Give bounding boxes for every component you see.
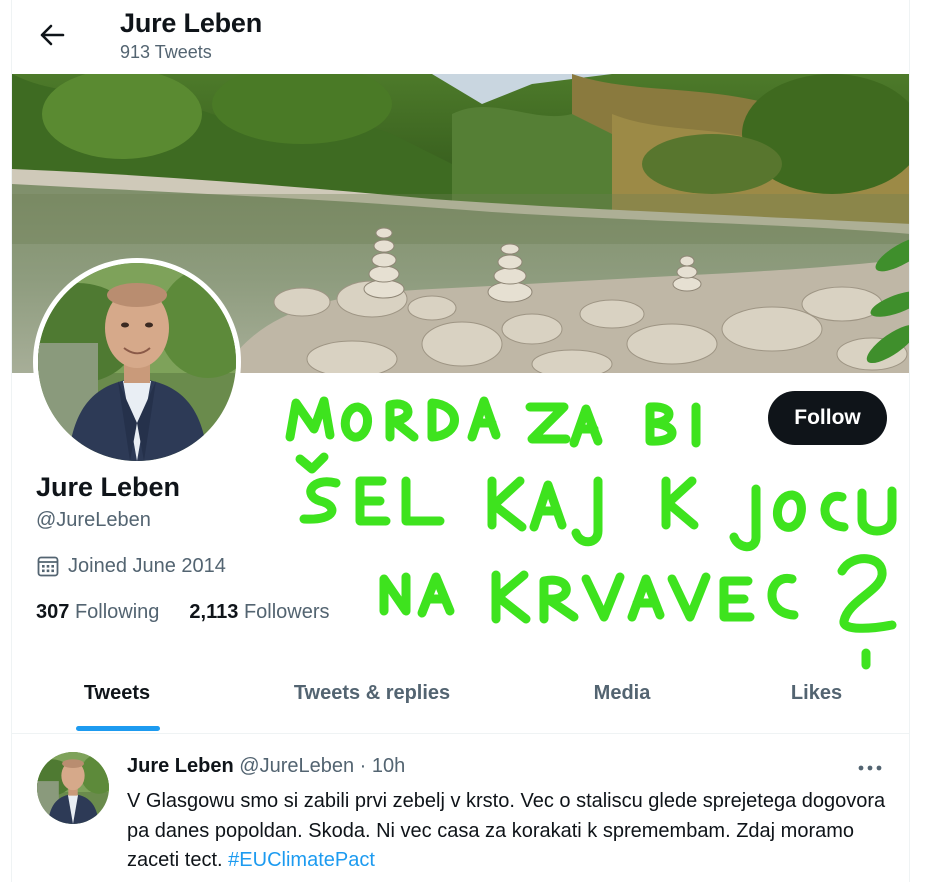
profile-column: Jure Leben 913 Tweets Follow Jure Leben … [11, 0, 910, 882]
follow-button[interactable]: Follow [768, 391, 887, 445]
following-link[interactable]: 307 Following [36, 601, 159, 624]
tab-tweets-replies[interactable]: Tweets & replies [222, 652, 522, 734]
followers-count: 2,113 [189, 601, 239, 623]
header-name: Jure Leben [120, 8, 263, 38]
arrow-left-icon [40, 24, 65, 46]
tweet-more-button[interactable] [852, 753, 888, 783]
back-button[interactable] [34, 17, 70, 53]
tweet-author-name[interactable]: Jure Leben [127, 755, 234, 777]
tweet-header: Jure Leben @JureLeben · 10h [127, 755, 405, 778]
tab-tweets[interactable]: Tweets [12, 652, 222, 734]
profile-avatar[interactable] [33, 258, 241, 466]
tab-media[interactable]: Media [522, 652, 722, 734]
profile-header: Jure Leben 913 Tweets [12, 0, 909, 74]
header-tweet-count: 913 Tweets [120, 42, 212, 62]
followers-link[interactable]: 2,113 Followers [189, 601, 329, 624]
tweet-avatar[interactable] [37, 752, 109, 824]
tweet-hashtag[interactable]: #EUClimatePact [228, 849, 375, 871]
following-count: 307 [36, 601, 70, 623]
profile-name: Jure Leben [36, 472, 181, 502]
profile-tabs: Tweets Tweets & replies Media Likes [12, 652, 909, 734]
follow-stats: 307 Following 2,113 Followers [36, 601, 330, 624]
tweet-text: V Glasgowu smo si zabili prvi zebelj v k… [127, 787, 887, 876]
joined-label: Joined June 2014 [68, 554, 226, 577]
tweet-time[interactable]: 10h [372, 755, 405, 777]
profile-handle: @JureLeben [36, 509, 151, 531]
followers-label: Followers [243, 601, 330, 623]
tweet[interactable]: Jure Leben @JureLeben · 10h V Glasgowu s… [12, 735, 909, 882]
active-tab-indicator [76, 726, 160, 731]
joined-date: Joined June 2014 [36, 554, 226, 578]
tab-likes[interactable]: Likes [722, 652, 909, 734]
tweet-separator: · [359, 755, 367, 777]
more-horizontal-icon [858, 765, 882, 771]
calendar-icon [37, 556, 59, 577]
tweet-author-handle[interactable]: @JureLeben [239, 755, 354, 777]
following-label: Following [74, 601, 160, 623]
